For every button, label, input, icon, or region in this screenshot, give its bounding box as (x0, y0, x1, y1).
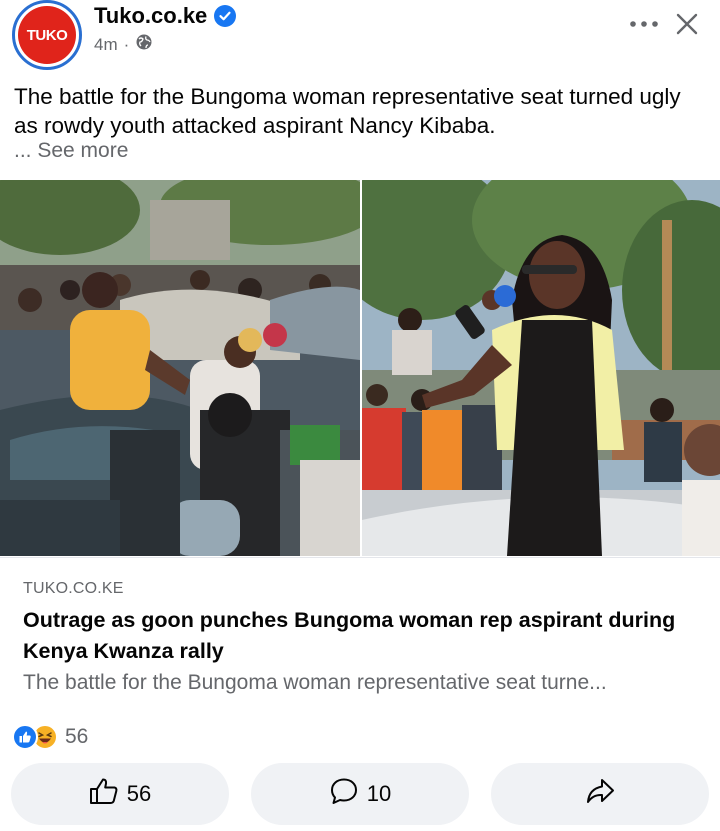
like-button[interactable]: 56 (11, 763, 229, 825)
see-more-link[interactable]: ... See more (14, 139, 128, 163)
page-name-row: Tuko.co.ke (94, 3, 237, 29)
share-icon (585, 777, 615, 811)
tuko-logo: TUKO (18, 6, 76, 64)
comment-count: 10 (366, 781, 392, 806)
link-description: The battle for the Bungoma woman represe… (23, 671, 607, 694)
like-reaction-icon (12, 724, 38, 750)
photo-aspirant-speaking[interactable] (362, 180, 720, 556)
photo-crowd-rally[interactable] (0, 180, 360, 556)
close-icon[interactable] (672, 9, 702, 39)
post-header: TUKO Tuko.co.ke 4m · (0, 0, 720, 76)
link-preview[interactable]: TUKO.CO.KE Outrage as goon punches Bungo… (0, 557, 720, 707)
reaction-count: 56 (65, 725, 89, 748)
thumbs-up-icon (89, 777, 119, 811)
post-timestamp[interactable]: 4m (94, 35, 118, 55)
verified-badge-icon (214, 5, 237, 27)
share-button[interactable] (491, 763, 709, 825)
like-count: 56 (126, 781, 152, 806)
reactions-summary[interactable]: 56 (12, 724, 88, 750)
page-name-link[interactable]: Tuko.co.ke (94, 3, 207, 29)
page-avatar[interactable]: TUKO (12, 0, 82, 70)
post-meta: 4m · (94, 33, 153, 56)
post-caption: The battle for the Bungoma woman represe… (14, 84, 681, 138)
logo-text: TUKO (26, 26, 68, 44)
post-photos[interactable] (0, 180, 720, 556)
meta-separator: · (123, 34, 130, 54)
comment-button[interactable]: 10 (251, 763, 469, 825)
globe-icon (135, 33, 153, 56)
link-title[interactable]: Outrage as goon punches Bungoma woman re… (23, 605, 683, 667)
link-domain: TUKO.CO.KE (23, 580, 124, 597)
post-actions: 56 10 (0, 763, 720, 825)
more-options-icon[interactable] (628, 10, 660, 38)
comment-icon (329, 776, 359, 812)
